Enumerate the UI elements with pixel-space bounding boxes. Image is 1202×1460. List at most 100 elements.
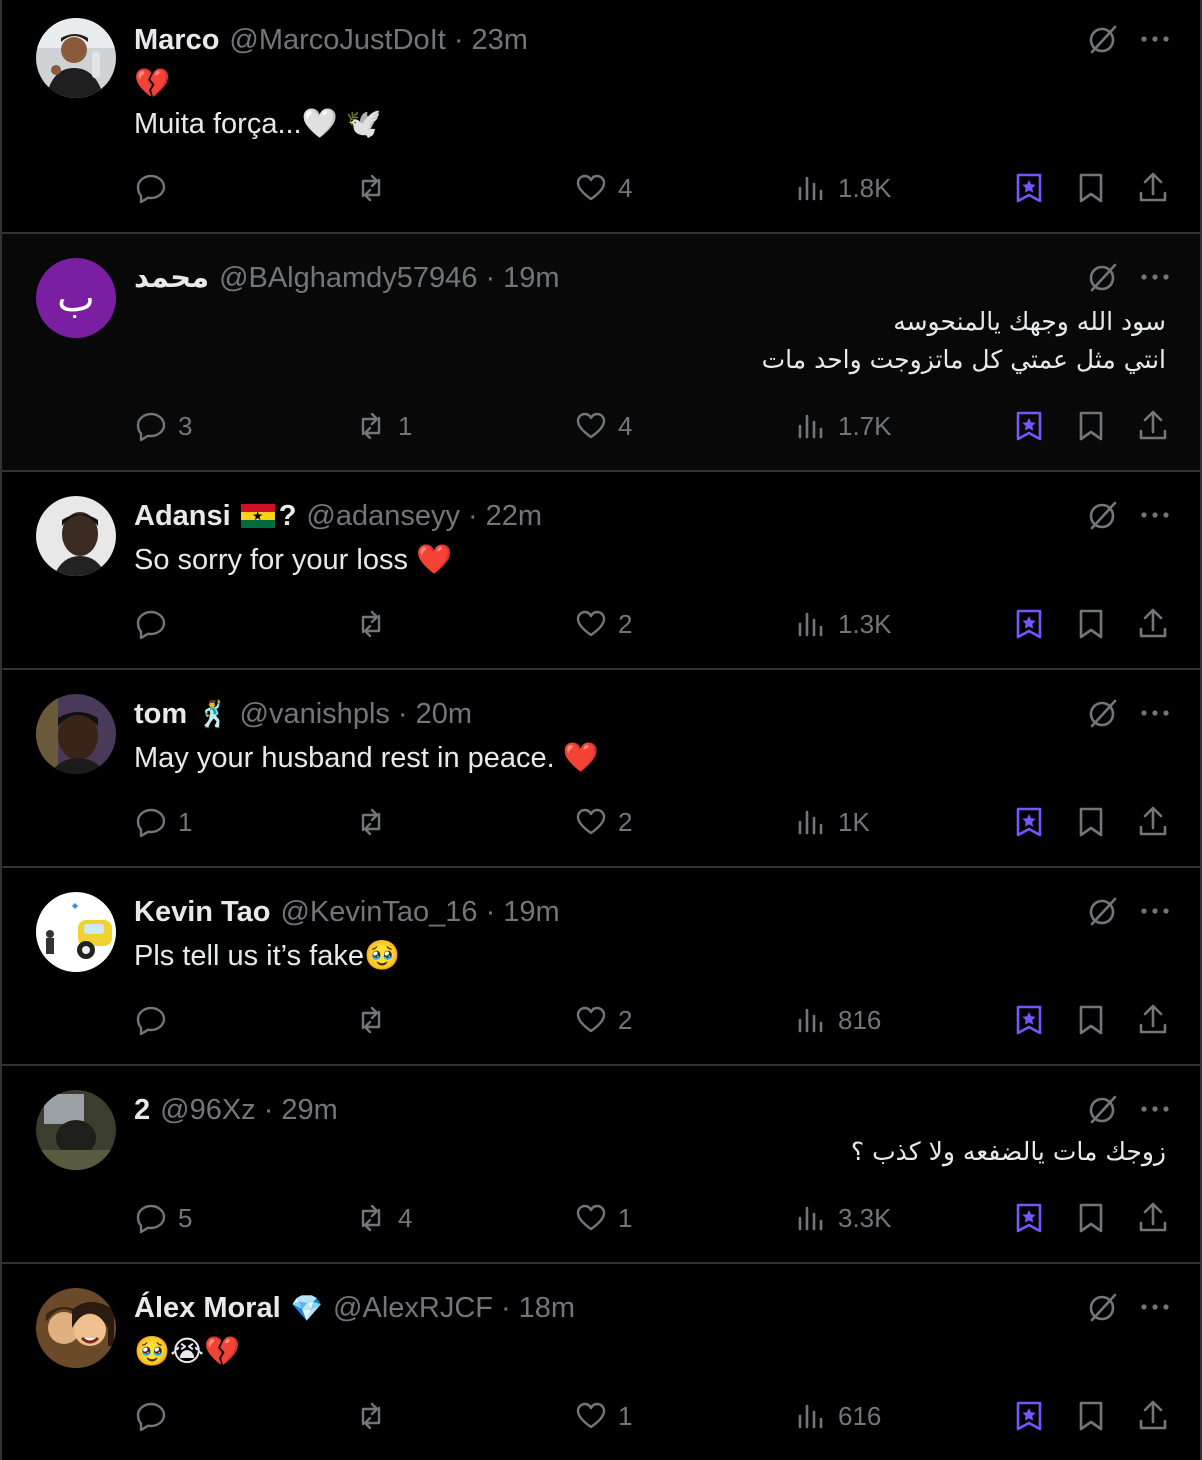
bookmark-button[interactable]	[1074, 406, 1108, 446]
grok-bookmark-button[interactable]	[1012, 1000, 1046, 1040]
views-button[interactable]: 1K	[794, 802, 870, 842]
like-button[interactable]: 1	[574, 1198, 632, 1238]
avatar[interactable]: ب	[36, 258, 116, 338]
avatar[interactable]	[36, 892, 116, 972]
repost-button[interactable]	[354, 802, 398, 842]
bookmark-button[interactable]	[1074, 168, 1108, 208]
views-button[interactable]: 616	[794, 1396, 881, 1436]
reply-item[interactable]: Kevin Tao @KevinTao_16 · 19m Pls tell us…	[2, 868, 1200, 1066]
share-button[interactable]	[1136, 1000, 1170, 1040]
display-name[interactable]: Kevin Tao	[134, 892, 270, 932]
display-name[interactable]: محمد	[134, 258, 209, 298]
reply-button[interactable]	[134, 1396, 178, 1436]
more-options-icon[interactable]	[1138, 894, 1172, 928]
grok-icon[interactable]	[1086, 894, 1120, 928]
like-button[interactable]: 4	[574, 168, 632, 208]
grok-bookmark-button[interactable]	[1012, 1198, 1046, 1238]
timestamp[interactable]: 18m	[519, 1288, 575, 1328]
avatar[interactable]	[36, 1288, 116, 1368]
more-options-icon[interactable]	[1138, 1290, 1172, 1324]
bookmark-button[interactable]	[1074, 1396, 1108, 1436]
repost-button[interactable]	[354, 1396, 398, 1436]
bookmark-button[interactable]	[1074, 604, 1108, 644]
display-name[interactable]: Adansi	[134, 496, 231, 536]
share-button[interactable]	[1136, 168, 1170, 208]
grok-bookmark-button[interactable]	[1012, 1396, 1046, 1436]
reply-button[interactable]	[134, 604, 178, 644]
grok-icon[interactable]	[1086, 696, 1120, 730]
reply-item[interactable]: Marco @MarcoJustDoIt · 23m 💔 Muita força…	[2, 0, 1200, 234]
reply-button[interactable]: 5	[134, 1198, 192, 1238]
user-handle[interactable]: @adanseyy	[306, 496, 460, 536]
grok-bookmark-button[interactable]	[1012, 406, 1046, 446]
avatar[interactable]	[36, 496, 116, 576]
avatar[interactable]	[36, 18, 116, 98]
user-handle[interactable]: @vanishpls	[240, 694, 390, 734]
more-options-icon[interactable]	[1138, 696, 1172, 730]
views-count: 616	[838, 1400, 882, 1431]
user-handle[interactable]: @96Xz	[160, 1090, 256, 1130]
reply-item[interactable]: Álex Moral 💎 @AlexRJCF · 18m 🥹😭💔 1 616	[2, 1264, 1200, 1460]
reply-button[interactable]	[134, 168, 178, 208]
user-handle[interactable]: @BAlghamdy57946	[219, 258, 477, 298]
display-name[interactable]: Marco	[134, 20, 219, 60]
timestamp[interactable]: 22m	[486, 496, 542, 536]
grok-bookmark-button[interactable]	[1012, 802, 1046, 842]
bookmark-button[interactable]	[1074, 1198, 1108, 1238]
like-button[interactable]: 2	[574, 802, 632, 842]
grok-icon[interactable]	[1086, 498, 1120, 532]
more-options-icon[interactable]	[1138, 1092, 1172, 1126]
timestamp[interactable]: 29m	[281, 1090, 337, 1130]
share-button[interactable]	[1136, 1396, 1170, 1436]
user-handle[interactable]: @KevinTao_16	[280, 892, 477, 932]
like-button[interactable]: 1	[574, 1396, 632, 1436]
reply-item[interactable]: tom 🕺 @vanishpls · 20m May your husband …	[2, 670, 1200, 868]
repost-icon	[361, 1402, 381, 1430]
grok-bookmark-button[interactable]	[1012, 604, 1046, 644]
views-button[interactable]: 1.8K	[794, 168, 892, 208]
timestamp[interactable]: 20m	[416, 694, 472, 734]
timestamp[interactable]: 23m	[471, 20, 527, 60]
reply-button[interactable]	[134, 1000, 178, 1040]
bookmark-button[interactable]	[1074, 802, 1108, 842]
more-options-icon[interactable]	[1138, 22, 1172, 56]
avatar[interactable]	[36, 694, 116, 774]
avatar[interactable]	[36, 1090, 116, 1170]
reply-button[interactable]: 1	[134, 802, 192, 842]
grok-bookmark-button[interactable]	[1012, 168, 1046, 208]
bookmark-button[interactable]	[1074, 1000, 1108, 1040]
display-name[interactable]: 2	[134, 1090, 150, 1130]
share-button[interactable]	[1136, 802, 1170, 842]
reply-item[interactable]: 2 @96Xz · 29m زوجك مات يالضفعه ولا كذب ؟…	[2, 1066, 1200, 1264]
views-button[interactable]: 3.3K	[794, 1198, 892, 1238]
grok-icon[interactable]	[1086, 1092, 1120, 1126]
views-button[interactable]: 816	[794, 1000, 881, 1040]
grok-icon[interactable]	[1086, 1290, 1120, 1324]
repost-button[interactable]	[354, 604, 398, 644]
repost-button[interactable]	[354, 1000, 398, 1040]
user-handle[interactable]: @AlexRJCF	[333, 1288, 493, 1328]
like-button[interactable]: 2	[574, 1000, 632, 1040]
share-button[interactable]	[1136, 604, 1170, 644]
repost-button[interactable]: 4	[354, 1198, 412, 1238]
views-button[interactable]: 1.7K	[794, 406, 892, 446]
grok-icon[interactable]	[1086, 260, 1120, 294]
repost-button[interactable]	[354, 168, 398, 208]
share-button[interactable]	[1136, 1198, 1170, 1238]
reply-item[interactable]: ب محمد @BAlghamdy57946 · 19m سود الله وج…	[2, 234, 1200, 472]
display-name[interactable]: Álex Moral	[134, 1288, 281, 1328]
grok-icon[interactable]	[1086, 22, 1120, 56]
like-button[interactable]: 2	[574, 604, 632, 644]
timestamp[interactable]: 19m	[503, 258, 559, 298]
reply-item[interactable]: Adansi ? @adanseyy · 22m So sorry for yo…	[2, 472, 1200, 670]
display-name[interactable]: tom	[134, 694, 187, 734]
more-options-icon[interactable]	[1138, 498, 1172, 532]
share-button[interactable]	[1136, 406, 1170, 446]
reply-button[interactable]: 3	[134, 406, 192, 446]
more-options-icon[interactable]	[1138, 260, 1172, 294]
user-handle[interactable]: @MarcoJustDoIt	[229, 20, 445, 60]
timestamp[interactable]: 19m	[503, 892, 559, 932]
views-button[interactable]: 1.3K	[794, 604, 892, 644]
like-button[interactable]: 4	[574, 406, 632, 446]
repost-button[interactable]: 1	[354, 406, 412, 446]
